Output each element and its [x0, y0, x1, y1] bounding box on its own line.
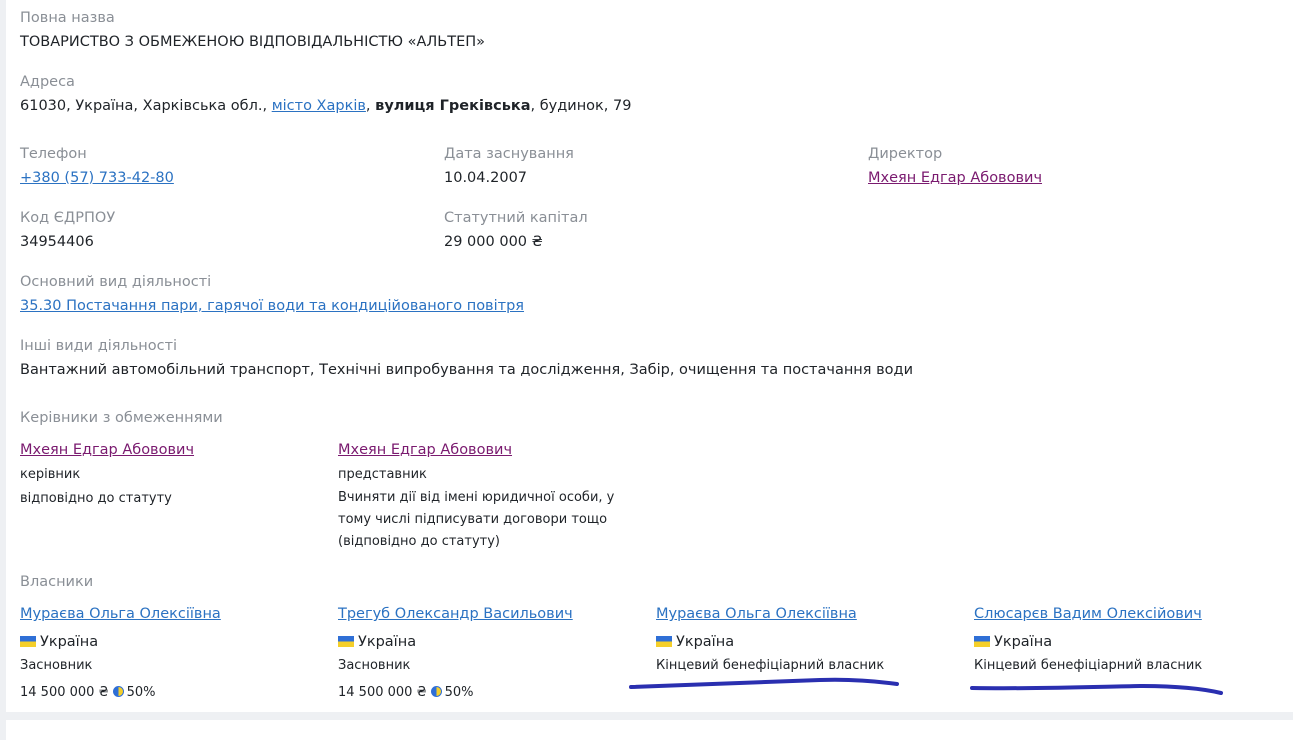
annotation-underline: [629, 677, 899, 689]
annotation-layer: [629, 677, 1223, 695]
annotation-underline: [970, 683, 1223, 695]
